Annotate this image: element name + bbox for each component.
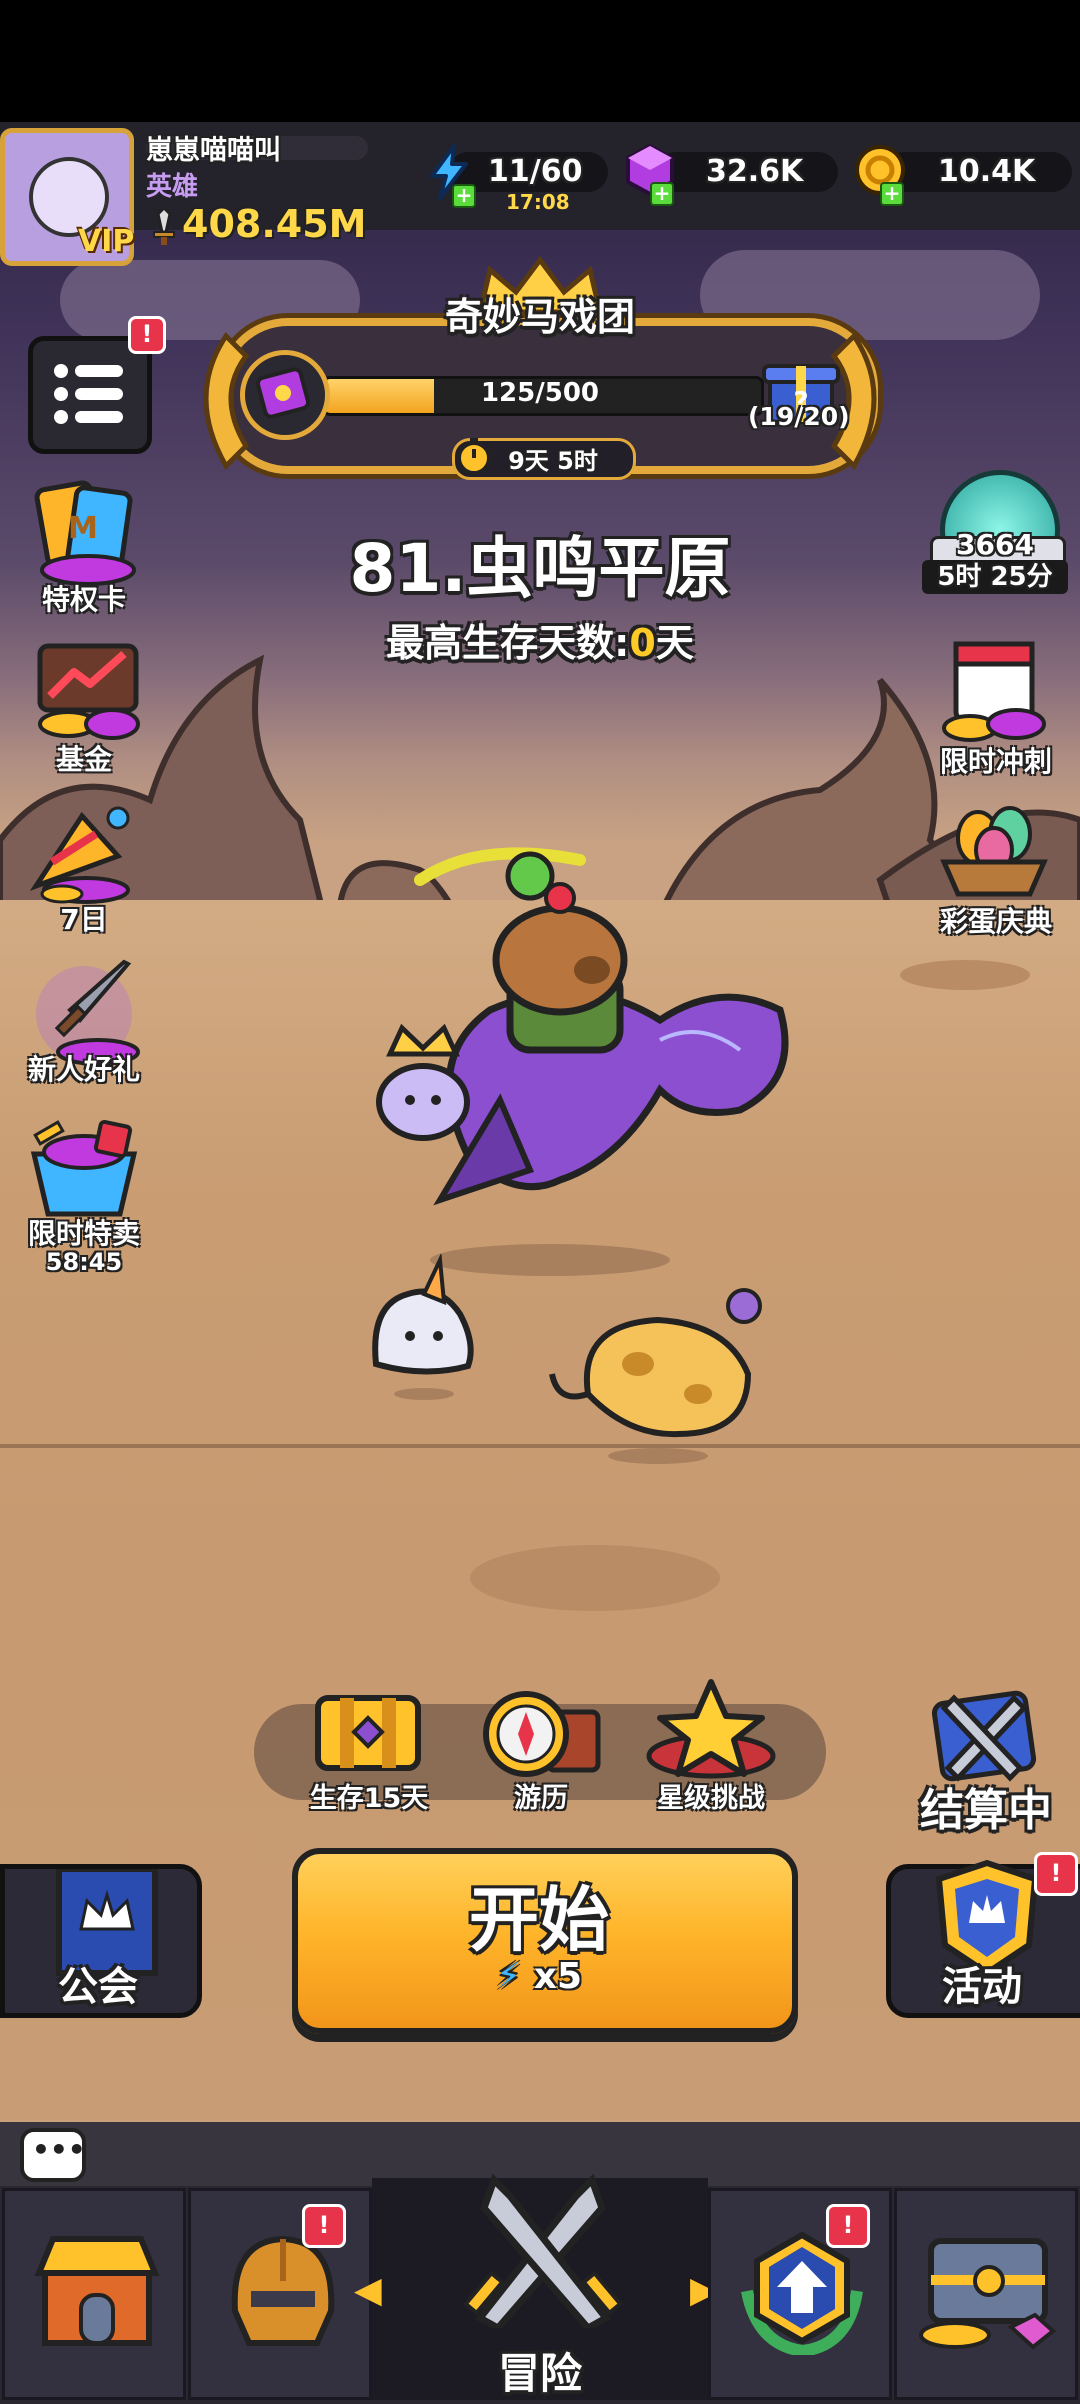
equipment-alert-badge: ! bbox=[302, 2204, 346, 2248]
list-menu-icon bbox=[54, 364, 123, 424]
journey-button[interactable] bbox=[466, 1684, 616, 1784]
sale-basket-icon[interactable] bbox=[24, 1114, 144, 1224]
ticket-icon bbox=[240, 350, 330, 440]
tray-label-journey: 游历 bbox=[514, 1783, 568, 1814]
event-label: 活动 bbox=[942, 1964, 1022, 2010]
player-name: 崽崽喵喵叫 bbox=[146, 135, 281, 166]
unicorn-slime-pet bbox=[372, 1254, 474, 1400]
sidebar-label-privilege: 特权卡 bbox=[41, 583, 126, 616]
add-energy-plus-icon[interactable]: + bbox=[452, 184, 476, 208]
chat-bubble-icon[interactable]: ••• bbox=[20, 2128, 86, 2182]
ground-edge-line bbox=[0, 1444, 1080, 1448]
menu-alert-badge: ! bbox=[128, 316, 166, 354]
sidebar-label-7day: 7日 bbox=[60, 903, 108, 936]
vip-badge: VIP bbox=[78, 224, 135, 259]
event-progress-text: 125/500 bbox=[480, 378, 600, 408]
nav-adventure-label: 冒险 bbox=[497, 2349, 582, 2398]
sand-patch bbox=[470, 1545, 720, 1611]
start-cost: ⚡ x5 bbox=[292, 1956, 786, 1997]
privilege-card-icon[interactable]: M bbox=[28, 478, 148, 588]
crossed-swords-icon bbox=[462, 2173, 624, 2328]
energy-value: 11/60 bbox=[488, 154, 583, 189]
orb-timer: 5时 25分 bbox=[937, 562, 1053, 592]
settlement-label: 结算中 bbox=[920, 1785, 1052, 1836]
shop-icon bbox=[35, 2236, 159, 2346]
sidebar-label-newbie-gift: 新人好礼 bbox=[27, 1053, 140, 1086]
sword-power-icon bbox=[150, 205, 178, 246]
best-survival-unit: 天 bbox=[655, 621, 694, 665]
start-cost-value: x5 bbox=[533, 1956, 583, 1997]
orb-timer-pill: 5时 25分 bbox=[922, 560, 1068, 594]
nav-shop[interactable] bbox=[2, 2188, 186, 2400]
coins-value: 10.4K bbox=[938, 154, 1036, 189]
best-survival-days: 最高生存天数:0天 bbox=[290, 612, 790, 667]
tray-label-survival: 生存15天 bbox=[309, 1783, 429, 1814]
egg-basket-icon[interactable] bbox=[934, 796, 1054, 906]
tray-label-star-challenge: 星级挑战 bbox=[657, 1783, 765, 1814]
best-survival-label: 最高生存天数: bbox=[386, 621, 630, 665]
party-popper-icon[interactable] bbox=[22, 796, 142, 906]
compass-icon bbox=[483, 1691, 601, 1777]
best-survival-value: 0 bbox=[629, 621, 656, 665]
player-title: 英雄 bbox=[146, 172, 199, 202]
start-button-label: 开始 bbox=[469, 1879, 609, 1961]
star-challenge-icon bbox=[646, 1679, 776, 1779]
helmet-icon bbox=[231, 2235, 335, 2346]
sidebar-label-flash-sale: 限时特卖 bbox=[27, 1217, 140, 1250]
guild-label: 公会 bbox=[58, 1964, 138, 2010]
upgrade-alert-badge: ! bbox=[826, 2204, 870, 2248]
svg-text:M: M bbox=[68, 511, 98, 546]
survival-reward-button[interactable] bbox=[294, 1684, 444, 1784]
settlement-swords-icon[interactable] bbox=[928, 1678, 1040, 1786]
calendar-gems-icon[interactable] bbox=[932, 636, 1052, 746]
sand-patch bbox=[900, 960, 1030, 990]
sidebar-label-time-sprint: 限时冲刺 bbox=[939, 745, 1052, 778]
combat-power-value: 408.45M bbox=[182, 202, 367, 246]
ghost-king-pet bbox=[376, 1024, 470, 1141]
nav-prev-arrow-icon[interactable]: ◀ bbox=[354, 2270, 382, 2311]
gems-value: 32.6K bbox=[706, 154, 804, 189]
sidebar-label-fund: 基金 bbox=[55, 743, 112, 776]
event-alert-badge: ! bbox=[1034, 1852, 1078, 1896]
add-coins-plus-icon[interactable]: + bbox=[880, 182, 904, 206]
event-title: 奇妙马戏团 bbox=[444, 295, 635, 339]
orb-value: 3664 bbox=[956, 528, 1034, 561]
flash-sale-timer: 58:45 bbox=[45, 1248, 123, 1276]
energy-timer: 17:08 bbox=[506, 190, 570, 214]
star-challenge-button[interactable] bbox=[636, 1676, 786, 1784]
treasure-chest-icon bbox=[919, 2238, 1057, 2350]
nav-treasure[interactable] bbox=[894, 2188, 1078, 2400]
spotted-cat-pet bbox=[549, 1288, 762, 1464]
stage-title: 81.虫鸣平原 bbox=[349, 530, 731, 607]
event-reward-count: (19/20) bbox=[748, 402, 850, 431]
treasure-chest-icon bbox=[315, 1695, 421, 1771]
sidebar-label-egg-festival: 彩蛋庆典 bbox=[939, 905, 1052, 938]
lightning-cost-icon: ⚡ bbox=[495, 1956, 522, 1997]
fund-chart-icon[interactable] bbox=[28, 636, 148, 746]
event-timer: 9天 5时 bbox=[508, 447, 598, 475]
add-gems-plus-icon[interactable]: + bbox=[650, 182, 674, 206]
